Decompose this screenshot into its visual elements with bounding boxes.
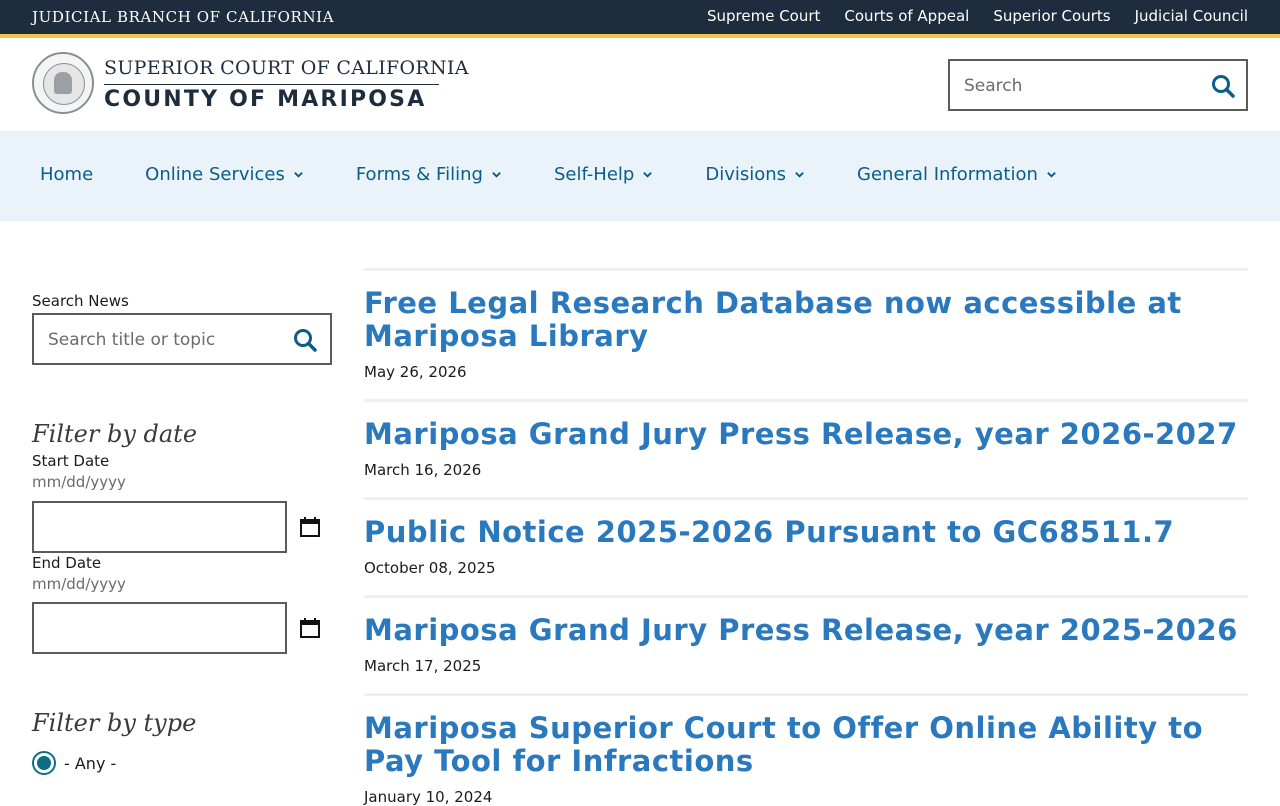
judicial-branch-bar: JUDICIAL BRANCH OF CALIFORNIA Supreme Co… [0, 0, 1280, 38]
seal-figure [54, 72, 72, 94]
search-news-label: Search News [32, 292, 129, 310]
site-search-box [948, 59, 1248, 111]
list-item: Mariposa Grand Jury Press Release, year … [364, 399, 1248, 479]
link-supreme-court[interactable]: Supreme Court [707, 7, 820, 25]
nav-label: Self-Help [553, 164, 635, 185]
title-divider [104, 84, 439, 85]
search-icon[interactable] [1210, 73, 1236, 99]
main-navigation: Home Online Services Forms & Filing Self… [0, 131, 1280, 221]
calendar-icon[interactable] [299, 516, 321, 538]
court-seal-logo[interactable] [32, 52, 94, 114]
nav-online-services[interactable]: Online Services [145, 164, 304, 185]
list-item: Public Notice 2025-2026 Pursuant to GC68… [364, 497, 1248, 577]
end-date-input[interactable] [32, 602, 287, 654]
site-search-input[interactable] [962, 73, 1196, 99]
news-title-link[interactable]: Free Legal Research Database now accessi… [364, 286, 1182, 353]
chevron-down-icon [492, 172, 501, 178]
news-search-input[interactable] [46, 328, 280, 352]
list-item: Mariposa Grand Jury Press Release, year … [364, 595, 1248, 675]
nav-self-help[interactable]: Self-Help [554, 164, 653, 185]
news-title-link[interactable]: Public Notice 2025-2026 Pursuant to GC68… [364, 515, 1174, 549]
chevron-down-icon [294, 172, 303, 178]
site-title-line2[interactable]: COUNTY OF MARIPOSA [104, 87, 426, 112]
news-title-link[interactable]: Mariposa Superior Court to Offer Online … [364, 711, 1203, 778]
link-superior-courts[interactable]: Superior Courts [993, 7, 1110, 25]
nav-home[interactable]: Home [40, 164, 93, 185]
news-search-box [32, 313, 332, 365]
list-item: Free Legal Research Database now accessi… [364, 268, 1248, 381]
nav-forms-filing[interactable]: Forms & Filing [356, 164, 502, 185]
nav-label: General Information [857, 164, 1038, 185]
nav-label: Home [40, 164, 94, 185]
nav-general-information[interactable]: General Information [857, 164, 1057, 185]
filter-by-date-heading: Filter by date [32, 420, 198, 448]
site-header: SUPERIOR COURT OF CALIFORNIA COUNTY OF M… [0, 38, 1280, 131]
nav-divisions[interactable]: Divisions [705, 164, 805, 185]
news-date: March 17, 2025 [364, 657, 482, 675]
site-title-line1[interactable]: SUPERIOR COURT OF CALIFORNIA [104, 57, 469, 79]
filter-by-type-heading: Filter by type [32, 709, 197, 737]
calendar-icon[interactable] [299, 617, 321, 639]
news-date: May 26, 2026 [364, 363, 467, 381]
end-date-hint: mm/dd/yyyy [32, 575, 126, 593]
list-item: Mariposa Superior Court to Offer Online … [364, 693, 1248, 806]
news-date: October 08, 2025 [364, 559, 496, 577]
news-title-link[interactable]: Mariposa Grand Jury Press Release, year … [364, 613, 1238, 647]
nav-label: Online Services [145, 164, 285, 185]
link-judicial-council[interactable]: Judicial Council [1135, 7, 1248, 25]
chevron-down-icon [1047, 172, 1056, 178]
start-date-hint: mm/dd/yyyy [32, 473, 126, 491]
type-any-label[interactable]: - Any - [64, 754, 116, 773]
start-date-label: Start Date [32, 452, 110, 470]
type-any-radio[interactable] [32, 751, 56, 775]
link-courts-of-appeal[interactable]: Courts of Appeal [844, 7, 969, 25]
news-title-link[interactable]: Mariposa Grand Jury Press Release, year … [364, 417, 1238, 451]
nav-label: Divisions [705, 164, 787, 185]
branch-links: Supreme Court Courts of Appeal Superior … [707, 7, 1248, 25]
search-icon[interactable] [292, 327, 318, 353]
news-list: Free Legal Research Database now accessi… [364, 268, 1248, 806]
news-date: January 10, 2024 [364, 788, 493, 806]
chevron-down-icon [795, 172, 804, 178]
start-date-input[interactable] [32, 501, 287, 553]
end-date-label: End Date [32, 554, 102, 572]
chevron-down-icon [643, 172, 653, 178]
news-date: March 16, 2026 [364, 461, 482, 479]
judicial-branch-title: JUDICIAL BRANCH OF CALIFORNIA [32, 8, 335, 26]
nav-label: Forms & Filing [355, 164, 483, 185]
